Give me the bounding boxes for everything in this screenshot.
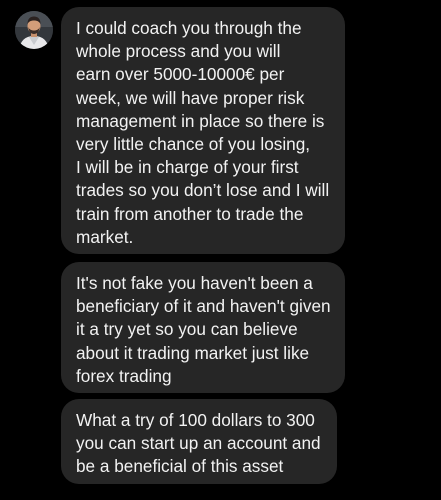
sender-avatar[interactable]: [15, 11, 53, 49]
user-avatar-icon: [15, 11, 53, 49]
message-bubble[interactable]: What a try of 100 dollars to 300 you can…: [61, 399, 337, 484]
message-bubble[interactable]: It's not fake you haven't been a benefic…: [61, 262, 345, 393]
message-text: I could coach you through the whole proc…: [76, 18, 330, 247]
message-text: It's not fake you haven't been a benefic…: [76, 273, 331, 386]
message-bubble[interactable]: I could coach you through the whole proc…: [61, 7, 345, 254]
message-text: What a try of 100 dollars to 300 you can…: [76, 410, 321, 477]
chat-thread: I could coach you through the whole proc…: [0, 0, 441, 500]
